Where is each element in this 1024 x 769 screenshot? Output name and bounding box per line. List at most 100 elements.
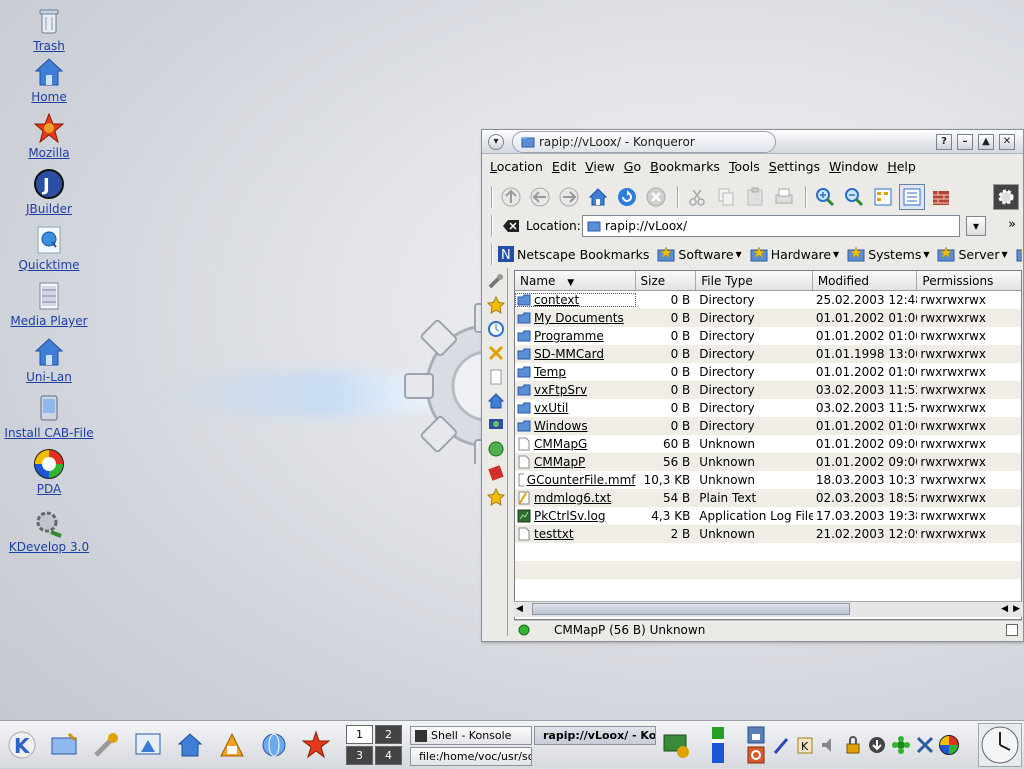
pen-tool-icon[interactable] [770, 734, 792, 756]
file-row[interactable]: vxUtil 0 B Directory 03.02.2003 11:54 rwxrwx… [515, 399, 1021, 417]
pda-sync-icon[interactable] [938, 734, 960, 756]
bookmark-folder-software[interactable]: Software ▼ [657, 246, 742, 262]
file-row[interactable]: Windows 0 B Directory 01.01.2002 01:00 rwxrw… [515, 417, 1021, 435]
globe-icon[interactable] [485, 438, 507, 460]
file-row[interactable]: PkCtrlSv.log 4,3 KB Application Log File 17… [515, 507, 1021, 525]
column-file-type[interactable]: File Type [696, 271, 813, 290]
minimize-button[interactable]: – [957, 134, 973, 150]
desktop-icon-pda[interactable]: PDA [1, 448, 97, 496]
file-name-cell[interactable]: context [515, 293, 636, 307]
bookmark-folder-server[interactable]: Server ▼ [937, 246, 1008, 262]
file-name-cell[interactable]: Temp [515, 365, 636, 379]
file-name-cell[interactable]: vxFtpSrv [515, 383, 636, 397]
document-icon[interactable] [485, 366, 507, 388]
menu-help[interactable]: Help [883, 157, 921, 177]
menu-bookmarks[interactable]: Bookmarks [646, 157, 725, 177]
network-icon[interactable] [485, 414, 507, 436]
analog-clock[interactable] [978, 723, 1022, 767]
horizontal-scrollbar[interactable]: ◀ ◀ ▶ [514, 601, 1022, 617]
bookmark-netscape[interactable]: N Netscape Bookmarks [498, 246, 649, 262]
zoom-in-icon[interactable] [812, 184, 838, 210]
control-center-icon[interactable] [90, 729, 122, 761]
up-arrow-icon[interactable] [498, 184, 524, 210]
scroll-left-icon[interactable]: ◀ [1001, 604, 1008, 614]
file-name-cell[interactable]: vxUtil [515, 401, 636, 415]
zoom-out-icon[interactable] [841, 184, 867, 210]
bookmark-folder-kr[interactable]: Kr▼ [1016, 246, 1022, 262]
throbber-gear-icon[interactable] [993, 184, 1019, 210]
file-name-cell[interactable]: Windows [515, 419, 636, 433]
favorites-star-icon[interactable] [485, 486, 507, 508]
file-row[interactable]: CMMapG 60 B Unknown 01.01.2002 09:00 rwxrwxr… [515, 435, 1021, 453]
toolbar-handle[interactable] [491, 243, 493, 265]
column-modified[interactable]: Modified [813, 271, 918, 290]
column-permissions[interactable]: Permissions [917, 271, 1021, 290]
task-konsole[interactable]: Shell - Konsole [410, 726, 532, 745]
location-input[interactable]: rapip://vLoox/ [582, 215, 960, 237]
download-arrow-icon[interactable] [866, 734, 888, 756]
back-arrow-icon[interactable] [527, 184, 553, 210]
menu-edit[interactable]: Edit [548, 157, 581, 177]
lock-screen-icon[interactable] [740, 725, 772, 745]
print-icon[interactable] [771, 184, 797, 210]
task-konqueror[interactable]: rapip://vLoox/ - Ko [534, 726, 656, 745]
bookmark-folder-systems[interactable]: Systems ▼ [847, 246, 929, 262]
desktop-icon-install-cab-file[interactable]: Install CAB-File [1, 392, 97, 440]
menu-settings[interactable]: Settings [765, 157, 825, 177]
home-icon[interactable] [585, 184, 611, 210]
location-dropdown-button[interactable]: ▾ [966, 216, 986, 236]
scroll-left-icon[interactable]: ◀ [516, 604, 523, 614]
red-book-icon[interactable] [485, 462, 507, 484]
show-desktop-icon[interactable] [48, 729, 80, 761]
desktop-icon-home[interactable]: Home [1, 56, 97, 104]
file-row[interactable]: vxFtpSrv 0 B Directory 03.02.2003 11:52 rwxr… [515, 381, 1021, 399]
desktop-icon-media-player[interactable]: Media Player [1, 280, 97, 328]
cut-icon[interactable] [684, 184, 710, 210]
klipper-icon[interactable]: K [794, 734, 816, 756]
window-menu-button[interactable]: ▾ [488, 134, 504, 150]
bookmarks-star-icon[interactable] [485, 294, 507, 316]
file-name-cell[interactable]: CMMapG [515, 437, 636, 451]
file-row[interactable]: SD-MMCard 0 B Directory 01.01.1998 13:00 rwx… [515, 345, 1021, 363]
logout-icon[interactable] [740, 745, 772, 765]
column-size[interactable]: Size [636, 271, 697, 290]
file-name-cell[interactable]: My Documents [515, 311, 636, 325]
file-name-cell[interactable]: Programme [515, 329, 636, 343]
mozilla-icon[interactable] [300, 729, 332, 761]
padlock-icon[interactable] [842, 734, 864, 756]
pager-desktop-4[interactable]: 4 [375, 746, 402, 765]
menu-location[interactable]: Location [486, 157, 548, 177]
desktop-icon-uni-lan[interactable]: Uni-Lan [1, 336, 97, 384]
tools-icon[interactable] [485, 270, 507, 292]
task-file-browser[interactable]: file:/home/voc/usr/so [410, 747, 532, 766]
desktop-icon-jbuilder[interactable]: J JBuilder [1, 168, 97, 216]
home-icon[interactable] [485, 390, 507, 412]
column-name[interactable]: Name ▼ [515, 271, 636, 290]
title-bar[interactable]: ▾ rapip://vLoox/ - Konqueror ? – ▲ ✕ [482, 130, 1023, 154]
office-icon[interactable] [216, 729, 248, 761]
more-arrow-icon[interactable]: » [1008, 217, 1016, 232]
system-monitor-meter[interactable] [712, 727, 724, 763]
link-view-checkbox-icon[interactable] [1006, 623, 1018, 636]
menu-view[interactable]: View [581, 157, 620, 177]
menu-window[interactable]: Window [825, 157, 883, 177]
stop-icon[interactable] [643, 184, 669, 210]
help-button[interactable]: ? [936, 134, 952, 150]
file-row[interactable]: CMMapP 56 B Unknown 01.01.2002 09:00 rwxrwxr… [515, 453, 1021, 471]
file-row[interactable]: testtxt 2 B Unknown 21.02.2003 12:09 rwxrwxr… [515, 525, 1021, 543]
pager-desktop-2[interactable]: 2 [375, 725, 402, 744]
maximize-button[interactable]: ▲ [978, 134, 994, 150]
file-row[interactable]: GCounterFile.mmf 10,3 KB Unknown 18.03.2003… [515, 471, 1021, 489]
home-icon[interactable] [174, 729, 206, 761]
desktop-icon-kdevelop-3-0[interactable]: KDevelop 3.0 [1, 506, 97, 554]
bookmark-folder-hardware[interactable]: Hardware ▼ [750, 246, 839, 262]
screen-capture-icon[interactable] [660, 729, 692, 761]
scrollbar-thumb[interactable] [532, 603, 850, 615]
speaker-icon[interactable] [818, 734, 840, 756]
menu-tools[interactable]: Tools [725, 157, 765, 177]
file-name-cell[interactable]: CMMapP [515, 455, 636, 469]
reload-icon[interactable] [614, 184, 640, 210]
paste-icon[interactable] [742, 184, 768, 210]
file-name-cell[interactable]: SD-MMCard [515, 347, 636, 361]
history-clock-icon[interactable] [485, 318, 507, 340]
